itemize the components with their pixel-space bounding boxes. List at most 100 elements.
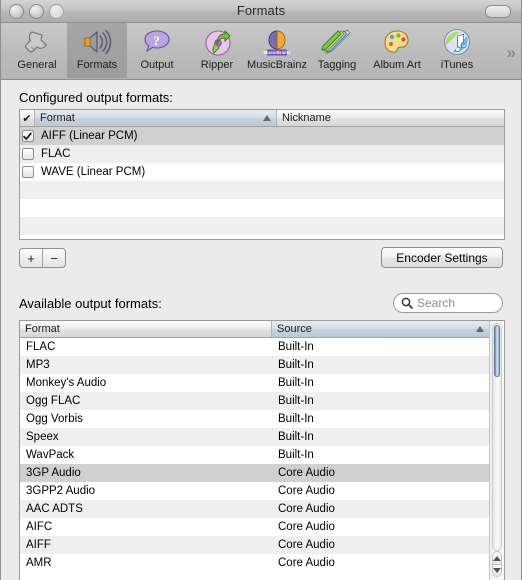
column-header-format[interactable]: Format: [20, 321, 272, 337]
table-row[interactable]: Monkey's Audio Built-In: [20, 374, 489, 392]
table-row-filler: [20, 181, 504, 199]
column-header-source[interactable]: Source: [272, 321, 489, 337]
column-header-format[interactable]: Format: [35, 110, 277, 126]
scrollbar-arrows: [492, 551, 502, 579]
column-header-check[interactable]: ✔: [20, 110, 35, 126]
sort-ascending-icon: [476, 326, 484, 332]
toolbar-item-label: iTunes: [440, 59, 474, 71]
toolbar-item-label: Album Art: [373, 59, 421, 71]
checkbox-unchecked[interactable]: [21, 166, 34, 178]
toolbar-item-label: MusicBrainz: [247, 59, 307, 71]
content-area: Configured output formats: ✔ Format Nick…: [1, 80, 521, 580]
available-formats-table[interactable]: Format Source FLAC Built-In MP3 Built-In Mon…: [19, 320, 505, 580]
table-row[interactable]: 3GPP2 Audio Core Audio: [20, 482, 489, 500]
encoder-settings-button[interactable]: Encoder Settings: [381, 247, 503, 268]
available-table-scrollbar[interactable]: [489, 321, 504, 580]
window-title: Formats: [236, 3, 286, 18]
column-header-nickname[interactable]: Nickname: [277, 110, 504, 126]
cell-source: Core Audio: [278, 557, 335, 569]
search-input-placeholder[interactable]: Search: [417, 296, 455, 310]
cell-format: Monkey's Audio: [26, 377, 107, 389]
scrollbar-track[interactable]: [492, 323, 502, 551]
cell-source: Built-In: [278, 341, 314, 353]
title-bar: Formats: [1, 0, 521, 23]
table-row[interactable]: MP3 Built-In: [20, 356, 489, 374]
scroll-down-button[interactable]: [492, 564, 502, 577]
cell-format: AIFF: [26, 539, 51, 551]
configured-formats-table[interactable]: ✔ Format Nickname AIFF (Linear PCM) FLAC W…: [19, 109, 505, 240]
table-row[interactable]: AAC ADTS Core Audio: [20, 500, 489, 518]
toolbar-item-itunes[interactable]: iTunes: [427, 23, 487, 78]
checkbox-unchecked[interactable]: [21, 148, 34, 160]
toolbar: General Formats ? Output Ripper MusicBra…: [1, 23, 521, 80]
table-row[interactable]: Ogg Vorbis Built-In: [20, 410, 489, 428]
palette-icon: [384, 30, 409, 53]
cell-format: Speex: [26, 431, 59, 443]
scroll-up-button[interactable]: [492, 551, 502, 564]
toolbar-item-label: General: [17, 59, 57, 71]
toolbar-item-label: Tagging: [317, 59, 357, 71]
configured-formats-label: Configured output formats:: [19, 90, 173, 105]
toolbar-item-musicbrainz[interactable]: MusicBrainz MusicBrainz: [247, 23, 307, 78]
cell-format: FLAC: [41, 148, 71, 160]
toolbar-item-ripper[interactable]: Ripper: [187, 23, 247, 78]
available-table-body: FLAC Built-In MP3 Built-In Monkey's Audio Bui…: [20, 338, 489, 572]
remove-format-button[interactable]: −: [42, 249, 65, 267]
toolbar-item-tagging[interactable]: Tagging: [307, 23, 367, 78]
toolbar-item-formats[interactable]: Formats: [67, 23, 127, 78]
cell-source: Core Audio: [278, 503, 335, 515]
search-icon: [401, 297, 413, 309]
scrollbar-thumb[interactable]: [494, 325, 500, 377]
row-checkbox-cell[interactable]: [20, 130, 35, 142]
table-row[interactable]: WAVE (Linear PCM): [20, 163, 504, 181]
pencils-icon: [321, 29, 351, 54]
preferences-window: Formats General Formats ? Output Ripper …: [0, 0, 522, 580]
toolbar-item-label: Formats: [76, 59, 118, 71]
table-row[interactable]: 3GP Audio Core Audio: [20, 464, 489, 482]
checkbox-checked[interactable]: [21, 130, 34, 142]
table-row[interactable]: AIFC Core Audio: [20, 518, 489, 536]
toolbar-item-label: Ripper: [200, 59, 234, 71]
cell-format: AIFF (Linear PCM): [41, 130, 138, 142]
column-header-format-label: Format: [40, 112, 75, 124]
triangle-up-icon: [493, 555, 501, 561]
question-bubble-icon: ?: [144, 30, 170, 53]
cell-format: 3GP Audio: [26, 467, 81, 479]
cell-source: Core Audio: [278, 485, 335, 497]
cell-source: Built-In: [278, 449, 314, 461]
table-row[interactable]: AIFF Core Audio: [20, 536, 489, 554]
configured-table-header: ✔ Format Nickname: [20, 110, 504, 127]
cell-format: WAVE (Linear PCM): [41, 166, 146, 178]
table-row[interactable]: Ogg FLAC Built-In: [20, 392, 489, 410]
triangle-down-icon: [493, 568, 501, 573]
table-row[interactable]: Speex Built-In: [20, 428, 489, 446]
svg-text:MusicBrainz: MusicBrainz: [263, 50, 291, 55]
cell-format: Ogg FLAC: [26, 395, 81, 407]
cell-source: Core Audio: [278, 467, 335, 479]
sort-ascending-icon: [263, 115, 271, 121]
disc-arrow-icon: [205, 29, 231, 56]
toolbar-overflow-chevron-icon[interactable]: »: [507, 43, 517, 63]
cell-format: 3GPP2 Audio: [26, 485, 96, 497]
cell-format: Ogg Vorbis: [26, 413, 83, 425]
table-row[interactable]: AIFF (Linear PCM): [20, 127, 504, 145]
add-format-button[interactable]: +: [20, 249, 42, 267]
search-field[interactable]: Search: [393, 293, 503, 313]
table-row[interactable]: AMR Core Audio: [20, 554, 489, 572]
configured-table-body: AIFF (Linear PCM) FLAC WAVE (Linear PCM): [20, 127, 504, 235]
add-remove-format-control[interactable]: + −: [19, 248, 66, 268]
toolbar-item-general[interactable]: General: [7, 23, 67, 78]
available-formats-label: Available output formats:: [19, 296, 162, 311]
table-row[interactable]: WavPack Built-In: [20, 446, 489, 464]
toolbar-item-album-art[interactable]: Album Art: [367, 23, 427, 78]
toolbar-toggle-button[interactable]: [485, 5, 511, 18]
row-checkbox-cell[interactable]: [20, 148, 35, 160]
cell-source: Built-In: [278, 359, 314, 371]
table-row[interactable]: FLAC Built-In: [20, 338, 489, 356]
row-checkbox-cell[interactable]: [20, 166, 35, 178]
table-row[interactable]: FLAC: [20, 145, 504, 163]
toolbar-item-output[interactable]: ? Output: [127, 23, 187, 78]
column-header-source-label: Source: [277, 323, 312, 335]
cell-format: MP3: [26, 359, 50, 371]
cell-source: Core Audio: [278, 521, 335, 533]
